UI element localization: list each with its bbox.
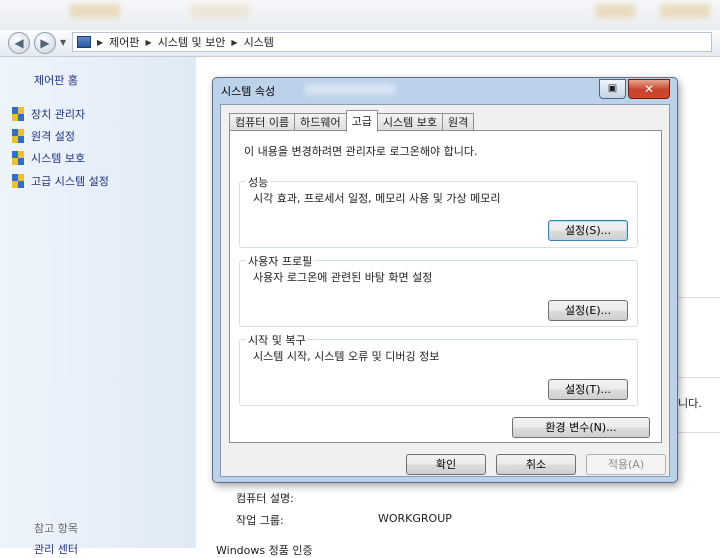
- address-bar[interactable]: ▶ 제어판 ▶ 시스템 및 보안 ▶ 시스템: [72, 32, 712, 52]
- sidebar-item-label: 고급 시스템 설정: [31, 175, 109, 188]
- back-button[interactable]: ◀: [8, 32, 30, 54]
- sidebar-item-label: 장치 관리자: [31, 108, 86, 121]
- section-divider: [676, 297, 720, 298]
- user-profiles-group: 사용자 프로필 사용자 로그온에 관련된 바탕 화면 설정 설정(E)...: [239, 253, 638, 327]
- truncated-text: 니다.: [678, 397, 702, 410]
- performance-settings-button[interactable]: 설정(S)...: [548, 220, 628, 241]
- blurred-tab: [190, 4, 250, 18]
- sidebar-item-advanced-settings[interactable]: 고급 시스템 설정: [12, 173, 109, 189]
- blurred-tab: [660, 4, 710, 18]
- sidebar-item-system-protection[interactable]: 시스템 보호: [12, 150, 85, 166]
- system-properties-dialog: 시스템 속성 ▣ ✕ 컴퓨터 이름 하드웨어 고급 시스템 보호 원격 이 내용…: [212, 77, 678, 483]
- environment-variables-button[interactable]: 환경 변수(N)...: [512, 417, 650, 438]
- group-label: 시작 및 복구: [246, 332, 308, 348]
- sidebar-item-label: 원격 설정: [31, 130, 75, 143]
- sidebar-item-device-manager[interactable]: 장치 관리자: [12, 106, 85, 122]
- help-button[interactable]: ▣: [599, 79, 626, 99]
- control-panel-home-link[interactable]: 제어판 홈: [34, 72, 78, 88]
- section-divider: [676, 377, 720, 378]
- computer-description-label: 컴퓨터 설명:: [236, 492, 294, 505]
- sidebar-item-remote-settings[interactable]: 원격 설정: [12, 128, 75, 144]
- help-icon: ▣: [607, 83, 618, 94]
- window-top-band: [0, 0, 720, 30]
- breadcrumb-system-security[interactable]: 시스템 및 보안: [158, 34, 226, 50]
- user-profiles-settings-button[interactable]: 설정(E)...: [548, 300, 628, 321]
- blurred-tab: [595, 4, 635, 18]
- windows-activation-heading: Windows 정품 인증: [216, 544, 313, 557]
- blurred-tab: [70, 4, 120, 18]
- forward-arrow-icon: ▶: [40, 36, 50, 50]
- startup-recovery-group: 시작 및 복구 시스템 시작, 시스템 오류 및 디버깅 정보 설정(T)...: [239, 332, 638, 406]
- group-description: 사용자 로그온에 관련된 바탕 화면 설정: [253, 271, 433, 284]
- cancel-button[interactable]: 취소: [496, 454, 576, 475]
- uac-shield-icon: [12, 129, 25, 143]
- breadcrumb-separator-icon: ▶: [145, 37, 152, 47]
- ok-button[interactable]: 확인: [406, 454, 486, 475]
- forward-button[interactable]: ▶: [34, 32, 56, 54]
- dialog-body: 컴퓨터 이름 하드웨어 고급 시스템 보호 원격 이 내용을 변경하려면 관리자…: [220, 104, 670, 477]
- dialog-title: 시스템 속성: [221, 85, 276, 98]
- breadcrumb-system[interactable]: 시스템: [244, 34, 274, 50]
- section-divider: [676, 432, 720, 433]
- tab-advanced[interactable]: 고급: [345, 110, 378, 132]
- computer-icon: [77, 36, 91, 48]
- group-label: 사용자 프로필: [246, 253, 315, 269]
- close-icon: ✕: [643, 82, 655, 96]
- left-navigation-pane: 제어판 홈 장치 관리자 원격 설정 시스템 보호 고급 시스템 설정 참고 항…: [0, 57, 196, 556]
- breadcrumb-control-panel[interactable]: 제어판: [109, 34, 139, 50]
- advanced-tab-panel: 이 내용을 변경하려면 관리자로 로그온해야 합니다. 성능 시각 효과, 프로…: [229, 130, 662, 443]
- breadcrumb-separator-icon: ▶: [97, 37, 104, 47]
- recent-pages-chevron-icon[interactable]: ▼: [60, 38, 66, 47]
- see-also-heading: 참고 항목: [34, 522, 78, 535]
- uac-shield-icon: [12, 151, 25, 165]
- action-center-link[interactable]: 관리 센터: [34, 541, 78, 557]
- uac-shield-icon: [12, 107, 25, 121]
- startup-recovery-settings-button[interactable]: 설정(T)...: [548, 379, 628, 400]
- close-button[interactable]: ✕: [628, 79, 670, 99]
- group-description: 시스템 시작, 시스템 오류 및 디버깅 정보: [253, 350, 440, 363]
- breadcrumb-separator-icon: ▶: [231, 37, 238, 47]
- sidebar-item-label: 시스템 보호: [31, 152, 86, 165]
- performance-group: 성능 시각 효과, 프로세서 일정, 메모리 사용 및 가상 메모리 설정(S)…: [239, 174, 638, 248]
- group-description: 시각 효과, 프로세서 일정, 메모리 사용 및 가상 메모리: [253, 192, 501, 205]
- admin-required-note: 이 내용을 변경하려면 관리자로 로그온해야 합니다.: [244, 145, 478, 158]
- workgroup-label: 작업 그룹:: [236, 514, 284, 527]
- group-label: 성능: [246, 174, 271, 190]
- workgroup-value: WORKGROUP: [378, 512, 452, 525]
- back-arrow-icon: ◀: [14, 36, 24, 50]
- uac-shield-icon: [12, 174, 25, 188]
- blurred-title-text: [305, 84, 395, 95]
- address-toolbar: ◀ ▶ ▼ ▶ 제어판 ▶ 시스템 및 보안 ▶ 시스템: [0, 30, 720, 57]
- apply-button[interactable]: 적용(A): [586, 454, 666, 475]
- tab-strip: 컴퓨터 이름 하드웨어 고급 시스템 보호 원격: [229, 110, 475, 132]
